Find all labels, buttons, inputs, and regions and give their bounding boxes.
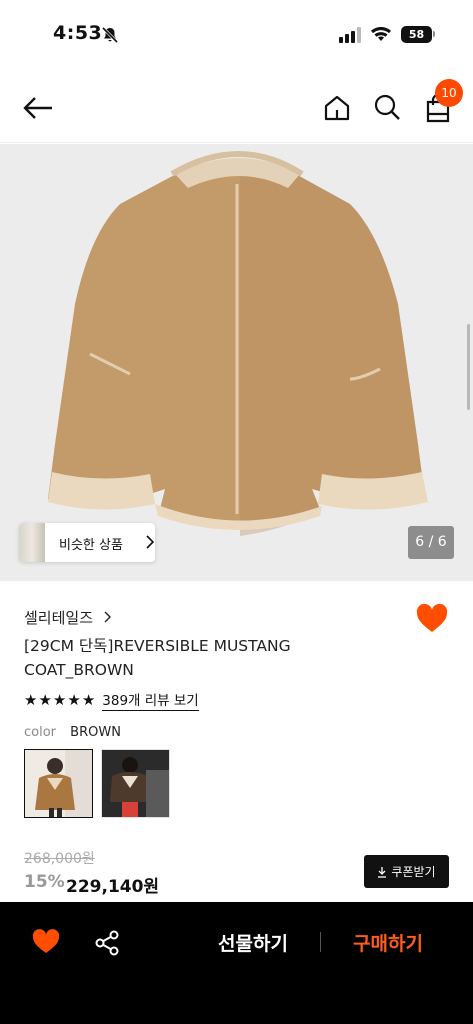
bottom-action-bar: 선물하기 구매하기 [0, 902, 473, 1024]
similar-products-label: 비슷한 상품 [59, 538, 123, 553]
download-icon [378, 866, 387, 878]
coupon-button[interactable]: 쿠폰받기 [364, 855, 449, 888]
brand-name: 셀리테일즈 [24, 609, 94, 627]
home-icon[interactable] [323, 94, 351, 122]
status-time: 4:53 [53, 22, 103, 44]
similar-products-button[interactable]: 비슷한 상품 [19, 523, 155, 562]
bottom-bar-divider [320, 932, 321, 952]
rating-row: ★★★★★ 389개 리뷰 보기 [24, 689, 199, 711]
color-swatch-option[interactable] [101, 749, 170, 818]
star-icon: ★ [38, 691, 53, 709]
chevron-right-icon [146, 535, 154, 549]
similar-product-thumbnail [19, 523, 45, 562]
original-price: 268,000원 [24, 851, 95, 867]
product-photo [48, 151, 428, 536]
color-value: BROWN [70, 725, 121, 740]
share-icon[interactable] [95, 930, 119, 956]
review-link[interactable]: 389개 리뷰 보기 [102, 689, 199, 711]
star-icon: ★ [81, 691, 97, 709]
star-icon: ★ [52, 691, 68, 709]
image-page-counter: 6 / 6 [408, 526, 454, 559]
search-icon[interactable] [373, 93, 401, 121]
scroll-indicator [467, 324, 470, 410]
bell-slash-icon [101, 26, 119, 44]
rating-stars: ★★★★★ [24, 691, 96, 709]
product-image-gallery[interactable] [0, 144, 473, 581]
swatch-photo [102, 750, 169, 817]
heart-icon[interactable] [415, 603, 449, 635]
cart-count-badge: 10 [435, 79, 463, 107]
product-title: [29CM 단독]REVERSIBLE MUSTANG COAT_BROWN [24, 637, 291, 679]
heart-icon[interactable] [32, 929, 60, 955]
wifi-icon [371, 27, 391, 41]
coupon-label: 쿠폰받기 [391, 865, 436, 879]
color-swatch-selected[interactable] [24, 749, 93, 818]
star-icon: ★ [24, 691, 39, 709]
star-icon: ★ [67, 691, 82, 709]
gift-button[interactable]: 선물하기 [196, 929, 310, 957]
buy-button[interactable]: 구매하기 [333, 929, 443, 957]
signal-icon [339, 27, 361, 43]
battery-nub [433, 31, 435, 37]
status-bar: 4:53 58 [0, 0, 473, 70]
app-header [0, 70, 473, 143]
discount-rate: 15% [24, 872, 65, 892]
sale-price: 229,140원 [66, 877, 160, 897]
back-arrow-icon[interactable] [22, 94, 54, 122]
chevron-right-icon [104, 611, 111, 623]
brand-link[interactable]: 셀리테일즈 [24, 607, 112, 628]
swatch-photo [25, 750, 92, 817]
color-row: color BROWN [24, 725, 121, 740]
color-label: color [24, 725, 57, 740]
battery-indicator: 58 [401, 26, 432, 43]
